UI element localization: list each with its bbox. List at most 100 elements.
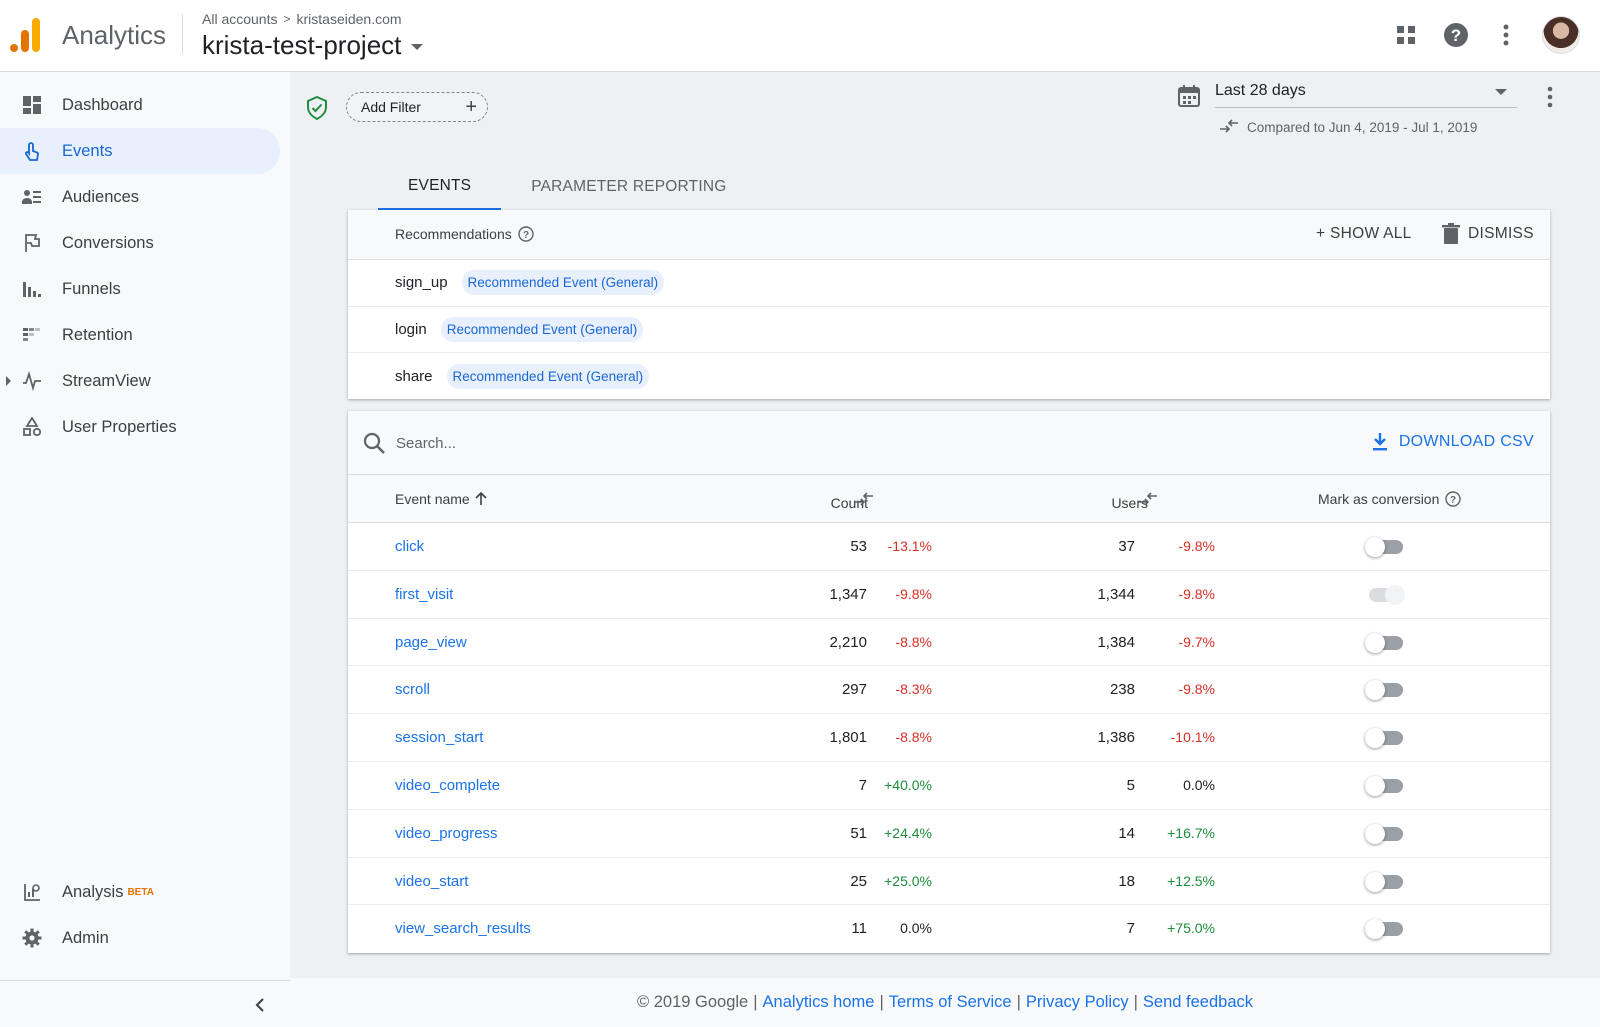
- conversion-toggle[interactable]: [1365, 775, 1405, 796]
- sidebar-item-user-properties[interactable]: User Properties: [0, 404, 280, 450]
- help-outline-icon[interactable]: ?: [518, 226, 534, 242]
- footer: © 2019 Google | Analytics home | Terms o…: [290, 978, 1600, 1027]
- event-name-link[interactable]: session_start: [395, 729, 483, 746]
- conversion-toggle[interactable]: [1365, 871, 1405, 892]
- avatar[interactable]: [1542, 16, 1580, 54]
- download-csv-label: DOWNLOAD CSV: [1398, 433, 1534, 450]
- sidebar-item-label: Conversions: [62, 233, 154, 252]
- table-row: session_start 1,801 -8.8% 1,386 -10.1%: [348, 714, 1550, 762]
- sidebar-item-dashboard[interactable]: Dashboard: [0, 82, 280, 128]
- gear-icon: [22, 928, 42, 948]
- event-name-link[interactable]: scroll: [395, 681, 430, 698]
- sidebar-item-label: StreamView: [62, 371, 151, 390]
- column-event-name[interactable]: Event name: [395, 491, 487, 507]
- sidebar-item-audiences[interactable]: Audiences: [0, 174, 280, 220]
- recommended-event-chip[interactable]: Recommended Event (General): [440, 316, 644, 342]
- footer-link-privacy[interactable]: Privacy Policy: [1026, 993, 1129, 1012]
- sidebar-item-funnels[interactable]: Funnels: [0, 266, 280, 312]
- footer-link-analytics-home[interactable]: Analytics home: [763, 993, 875, 1012]
- column-count[interactable]: Count: [768, 495, 868, 511]
- chevron-left-icon[interactable]: [250, 995, 270, 1015]
- footer-separator: |: [1016, 993, 1021, 1011]
- report-tabs: EVENTS PARAMETER REPORTING: [378, 164, 757, 210]
- shield-check-icon[interactable]: [306, 96, 328, 120]
- more-vert-icon[interactable]: [1492, 21, 1520, 49]
- breadcrumb-all-accounts[interactable]: All accounts: [202, 11, 277, 27]
- sidebar-item-label: Events: [62, 141, 113, 160]
- sidebar-item-events[interactable]: Events: [0, 128, 280, 174]
- calendar-icon[interactable]: [1177, 84, 1201, 108]
- search-input[interactable]: [396, 431, 996, 455]
- event-name-link[interactable]: first_visit: [395, 586, 453, 603]
- event-name-link[interactable]: video_complete: [395, 777, 500, 794]
- sidebar-item-retention[interactable]: Retention: [0, 312, 280, 358]
- footer-link-feedback[interactable]: Send feedback: [1143, 993, 1253, 1012]
- chevron-down-icon[interactable]: [1495, 89, 1507, 95]
- streamview-icon: [23, 371, 41, 391]
- sidebar-item-admin[interactable]: Admin: [0, 915, 280, 961]
- apps-grid-icon[interactable]: [1392, 21, 1420, 49]
- expand-arrow-icon[interactable]: [6, 376, 11, 386]
- conversion-toggle[interactable]: [1365, 823, 1405, 844]
- flag-icon: [25, 234, 40, 252]
- sidebar-item-conversions[interactable]: Conversions: [0, 220, 280, 266]
- event-name-link[interactable]: video_progress: [395, 825, 498, 842]
- recommended-event-chip[interactable]: Recommended Event (General): [461, 270, 665, 296]
- svg-text:?: ?: [1451, 26, 1461, 45]
- property-selector[interactable]: krista-test-project: [202, 30, 424, 61]
- header-actions: ?: [1392, 16, 1580, 54]
- event-count-change: -8.8%: [895, 729, 932, 746]
- event-users-change: -10.1%: [1170, 729, 1215, 746]
- chevron-down-icon[interactable]: [411, 44, 424, 50]
- column-users[interactable]: Users: [1008, 495, 1148, 511]
- event-name-link[interactable]: page_view: [395, 634, 467, 651]
- more-vert-icon[interactable]: [1540, 84, 1560, 110]
- conversion-toggle[interactable]: [1365, 919, 1405, 940]
- event-name-link[interactable]: click: [395, 538, 424, 555]
- download-csv-button[interactable]: DOWNLOAD CSV: [1371, 432, 1534, 452]
- sidebar-nav: Dashboard Events Audiences Conversions F…: [0, 82, 290, 450]
- help-icon[interactable]: ?: [1442, 21, 1470, 49]
- sidebar-item-streamview[interactable]: StreamView: [0, 358, 280, 404]
- event-name-link[interactable]: video_start: [395, 873, 468, 890]
- recommendations-title: Recommendations ?: [395, 226, 534, 242]
- dismiss-button[interactable]: DISMISS: [1442, 223, 1534, 245]
- table-row: video_start 25 +25.0% 18 +12.5%: [348, 858, 1550, 906]
- table-header: Event name Count Users Mark as conversio…: [348, 475, 1550, 523]
- help-outline-icon[interactable]: ?: [1445, 491, 1462, 507]
- svg-text:?: ?: [1450, 495, 1456, 506]
- retention-icon: [23, 328, 40, 341]
- tab-events[interactable]: EVENTS: [378, 164, 502, 210]
- show-all-button[interactable]: + SHOW ALL: [1316, 225, 1412, 243]
- add-filter-button[interactable]: Add Filter +: [346, 92, 488, 122]
- conversion-toggle-disabled: [1365, 584, 1405, 605]
- analysis-icon: [24, 884, 40, 901]
- date-range-select[interactable]: Last 28 days: [1215, 78, 1517, 108]
- event-count-change: -8.8%: [895, 633, 932, 650]
- table-row: video_complete 7 +40.0% 5 0.0%: [348, 762, 1550, 810]
- audiences-icon: [22, 190, 41, 204]
- table-row: view_search_results 11 0.0% 7 +75.0%: [348, 905, 1550, 953]
- table-row: first_visit 1,347 -9.8% 1,344 -9.8%: [348, 571, 1550, 619]
- recommended-event-chip[interactable]: Recommended Event (General): [446, 363, 650, 389]
- project-name[interactable]: krista-test-project: [202, 30, 401, 61]
- event-count-change: 0.0%: [900, 920, 932, 937]
- event-users-change: -9.8%: [1178, 681, 1215, 698]
- footer-link-terms[interactable]: Terms of Service: [889, 993, 1012, 1012]
- event-name-link[interactable]: view_search_results: [395, 920, 531, 937]
- breadcrumb[interactable]: All accounts > kristaseiden.com: [202, 11, 402, 27]
- footer-separator: |: [753, 993, 758, 1011]
- conversion-toggle[interactable]: [1365, 632, 1405, 653]
- conversion-toggle[interactable]: [1365, 680, 1405, 701]
- conversion-toggle[interactable]: [1365, 728, 1405, 749]
- conversion-toggle[interactable]: [1365, 537, 1405, 557]
- recommended-event-name: login: [395, 320, 427, 338]
- tab-parameter-reporting[interactable]: PARAMETER REPORTING: [501, 164, 756, 210]
- sidebar-item-label: Admin: [62, 928, 109, 947]
- delete-icon: [1442, 223, 1460, 244]
- analytics-logo[interactable]: [10, 18, 42, 52]
- breadcrumb-account[interactable]: kristaseiden.com: [297, 11, 402, 27]
- sidebar-item-analysis[interactable]: Analysis BETA: [0, 869, 280, 915]
- footer-separator: |: [1133, 993, 1138, 1011]
- sidebar-item-label: Funnels: [62, 279, 121, 298]
